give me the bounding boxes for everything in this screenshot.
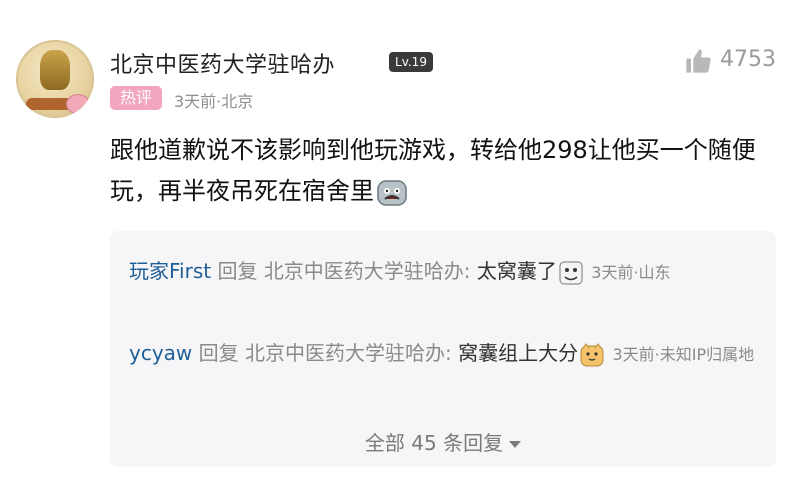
- like-count: 4753: [720, 47, 776, 72]
- reply-item: 玩家First 回复 北京中医药大学驻哈办: 太窝囊了 3天前·山东: [129, 256, 759, 288]
- view-all-label: 全部 45 条回复: [364, 431, 504, 455]
- reply-time: 3天前·未知IP归属地: [612, 345, 755, 364]
- comment-meta: 3天前·北京: [174, 92, 254, 111]
- reply-box: 玩家First 回复 北京中医药大学驻哈办: 太窝囊了 3天前·山东 ycyaw…: [110, 231, 776, 467]
- comment-username[interactable]: 北京中医药大学驻哈办: [110, 47, 335, 79]
- reply-target[interactable]: 北京中医药大学驻哈办:: [264, 259, 471, 283]
- avatar[interactable]: [16, 40, 94, 118]
- comment-text: 跟他道歉说不该影响到他玩游戏，转给他298让他买一个随便玩，再半夜吊死在宿舍里: [110, 130, 770, 212]
- chevron-down-icon: [509, 441, 522, 448]
- reply-item: ycyaw 回复 北京中医药大学驻哈办: 窝囊组上大分 3天前·未知IP归属地: [129, 338, 759, 370]
- view-all-replies-button[interactable]: 全部 45 条回复: [110, 427, 776, 456]
- level-badge: Lv.19: [389, 52, 433, 72]
- reply-action: 回复: [217, 259, 258, 283]
- reply-text: 太窝囊了: [476, 259, 557, 283]
- comment-body: 跟他道歉说不该影响到他玩游戏，转给他298让他买一个随便玩，再半夜吊死在宿舍里: [110, 136, 756, 205]
- face-emoji-icon: [559, 261, 583, 284]
- reply-user[interactable]: 玩家First: [129, 259, 211, 283]
- reply-target[interactable]: 北京中医药大学驻哈办:: [245, 341, 452, 365]
- ghost-emoji-icon: [377, 180, 407, 206]
- thumbs-up-icon[interactable]: [684, 47, 712, 75]
- hot-badge: 热评: [110, 86, 162, 110]
- avatar-pig-icon: [66, 94, 90, 114]
- dog-emoji-icon: [580, 342, 604, 366]
- avatar-hat-icon: [40, 50, 70, 90]
- reply-text: 窝囊组上大分: [458, 341, 579, 365]
- reply-user[interactable]: ycyaw: [129, 341, 192, 365]
- reply-action: 回复: [198, 341, 239, 365]
- reply-time: 3天前·山东: [591, 263, 671, 282]
